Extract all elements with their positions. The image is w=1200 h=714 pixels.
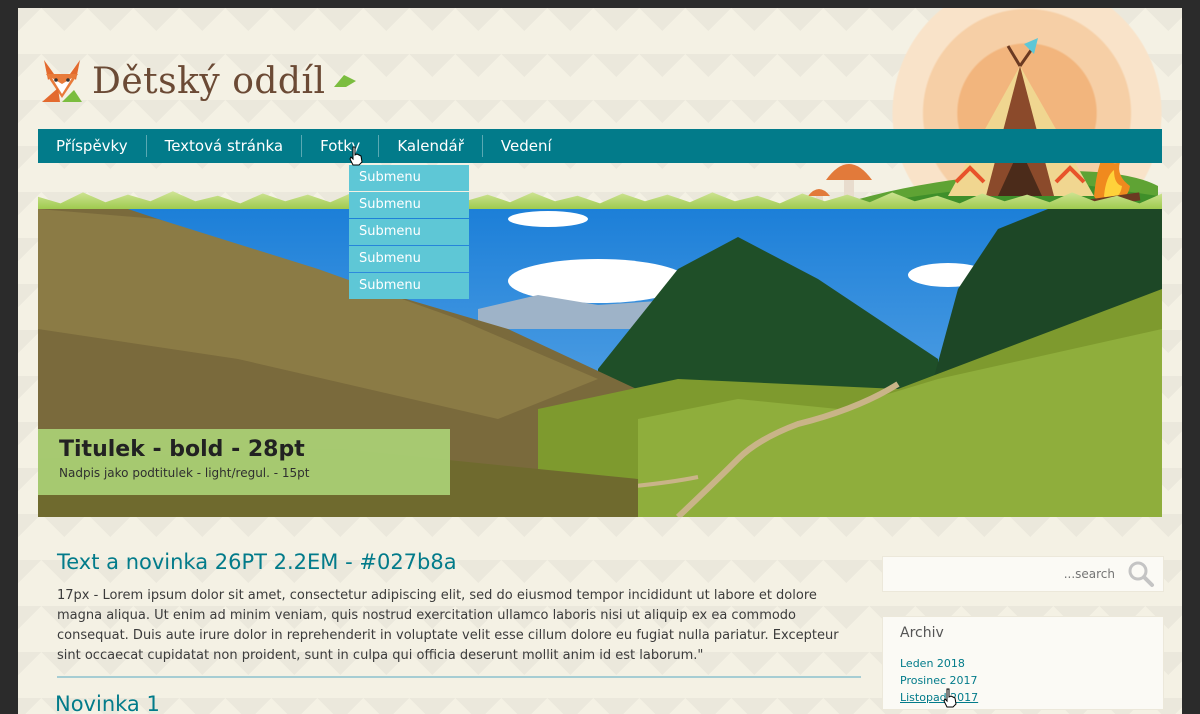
nav-item-textova-stranka[interactable]: Textová stránka bbox=[147, 135, 303, 157]
news-title[interactable]: Novinka 1 bbox=[55, 692, 160, 714]
site-logo[interactable]: Dětský oddíl bbox=[40, 58, 356, 104]
search-box bbox=[882, 556, 1164, 592]
tipi-icon bbox=[948, 38, 1094, 196]
nav-item-kalendar[interactable]: Kalendář bbox=[379, 135, 483, 157]
archive-widget: Archiv Leden 2018 Prosinec 2017 Listopad… bbox=[882, 616, 1164, 710]
site-title: Dětský oddíl bbox=[92, 60, 326, 102]
hero-caption: Titulek - bold - 28pt Nadpis jako podtit… bbox=[38, 429, 450, 495]
nav-item-fotky[interactable]: Fotky bbox=[302, 135, 380, 157]
hand-cursor-icon bbox=[349, 146, 363, 166]
archive-title: Archiv bbox=[900, 625, 944, 641]
search-input[interactable] bbox=[889, 562, 1117, 586]
hand-cursor-icon bbox=[943, 688, 957, 708]
divider bbox=[57, 676, 861, 678]
submenu-item[interactable]: Submenu bbox=[349, 165, 469, 191]
submenu-item[interactable]: Submenu bbox=[349, 192, 469, 218]
page: Dětský oddíl Příspěvky Textová stránka F… bbox=[18, 8, 1182, 714]
submenu-item[interactable]: Submenu bbox=[349, 246, 469, 272]
fox-icon bbox=[42, 60, 82, 102]
hero-banner: Titulek - bold - 28pt Nadpis jako podtit… bbox=[38, 209, 1162, 517]
archive-link[interactable]: Prosinec 2017 bbox=[900, 674, 978, 687]
post-title[interactable]: Text a novinka 26PT 2.2EM - #027b8a bbox=[57, 550, 457, 574]
submenu-item[interactable]: Submenu bbox=[349, 219, 469, 245]
kalendar-submenu: Submenu Submenu Submenu Submenu Submenu bbox=[349, 165, 469, 300]
archive-link[interactable]: Listopad 2017 bbox=[900, 691, 978, 704]
search-icon[interactable] bbox=[1127, 560, 1155, 588]
archive-link[interactable]: Leden 2018 bbox=[900, 657, 965, 670]
submenu-item[interactable]: Submenu bbox=[349, 273, 469, 299]
main-nav: Příspěvky Textová stránka Fotky Kalendář… bbox=[38, 129, 1162, 163]
hero-title: Titulek - bold - 28pt bbox=[59, 437, 305, 462]
post-text: 17px - Lorem ipsum dolor sit amet, conse… bbox=[57, 588, 839, 663]
leaf-icon bbox=[333, 75, 356, 87]
hero-subtitle: Nadpis jako podtitulek - light/regul. - … bbox=[59, 466, 310, 480]
nav-item-vedeni[interactable]: Vedení bbox=[483, 135, 570, 157]
tipi-illustration bbox=[808, 38, 1158, 212]
nav-item-prispevky[interactable]: Příspěvky bbox=[38, 135, 147, 157]
